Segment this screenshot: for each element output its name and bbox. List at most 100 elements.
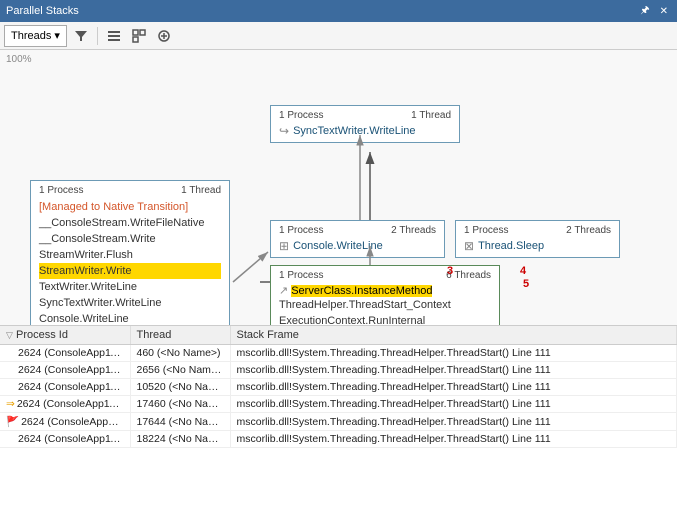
- box4-icon: ↪: [279, 124, 289, 138]
- box4-method: SyncTextWriter.WriteLine: [293, 125, 415, 137]
- method-item: Console.WriteLine: [39, 311, 221, 325]
- box2-thread: 2 Threads: [391, 225, 436, 236]
- list-icon: [107, 29, 121, 43]
- method-item: SyncTextWriter.WriteLine: [39, 295, 221, 311]
- expand-icon: [157, 29, 171, 43]
- table-row[interactable]: 2624 (ConsoleApp11.exe)10520 (<No Name>)…: [0, 379, 677, 396]
- box3-icon: ⊠: [464, 239, 474, 253]
- method-item: [Managed to Native Transition]: [39, 199, 221, 215]
- box2-header: 1 Process 2 Threads: [279, 225, 436, 236]
- pid-value: 2624 (ConsoleApp11.exe): [17, 398, 130, 410]
- filter-icon-pid: ▽: [6, 330, 13, 340]
- cell-pid: 🚩2624 (ConsoleApp11.exe): [0, 413, 130, 431]
- box1-process: 1 Process: [39, 185, 83, 196]
- label-5: 5: [523, 278, 529, 290]
- box5-methods: ↗ ServerClass.InstanceMethod ThreadHelpe…: [279, 284, 491, 325]
- method-item: __ConsoleStream.Write: [39, 231, 221, 247]
- cell-frame: mscorlib.dll!System.Threading.ThreadHelp…: [230, 431, 677, 448]
- method-item: TextWriter.WriteLine: [39, 279, 221, 295]
- box5-icon: ↗: [279, 284, 288, 297]
- pid-value: 2624 (ConsoleApp11.exe): [18, 347, 130, 359]
- cell-thread: 10520 (<No Name>): [130, 379, 230, 396]
- view-dropdown[interactable]: Threads ▾: [4, 25, 67, 47]
- toolbar: Threads ▾: [0, 22, 677, 50]
- box3-method: Thread.Sleep: [478, 240, 544, 252]
- method-item: __ConsoleStream.WriteFileNative: [39, 215, 221, 231]
- bottom-table[interactable]: ▽ Process Id Thread Stack Frame 2624 (Co…: [0, 325, 677, 510]
- box2-method: Console.WriteLine: [293, 240, 383, 252]
- method-item: ExecutionContext.RunInternal: [279, 313, 491, 325]
- box5-header: 1 Process 6 Threads: [279, 270, 491, 281]
- stack-box-5: 1 Process 6 Threads ↗ ServerClass.Instan…: [270, 265, 500, 325]
- header-process-id: ▽ Process Id: [0, 326, 130, 345]
- table-row[interactable]: 2624 (ConsoleApp11.exe)2656 (<No Name>)m…: [0, 362, 677, 379]
- box4-method-row: ↪ SyncTextWriter.WriteLine: [279, 124, 451, 138]
- icon-btn-3[interactable]: [153, 25, 175, 47]
- pid-value: 2624 (ConsoleApp11.exe): [18, 433, 130, 445]
- method-item: ThreadHelper.ThreadStart_Context: [279, 297, 491, 313]
- table-row[interactable]: 2624 (ConsoleApp11.exe)460 (<No Name>)ms…: [0, 345, 677, 362]
- box2-method-row: ⊞ Console.WriteLine: [279, 239, 436, 253]
- pin-button[interactable]: 🖈: [637, 2, 652, 21]
- table-body: 2624 (ConsoleApp11.exe)460 (<No Name>)ms…: [0, 345, 677, 448]
- stack-box-3: 1 Process 2 Threads ⊠ Thread.Sleep: [455, 220, 620, 258]
- window-title: Parallel Stacks: [6, 5, 79, 17]
- title-bar-controls: 🖈 ✕: [637, 2, 671, 21]
- cell-frame: mscorlib.dll!System.Threading.ThreadHelp…: [230, 379, 677, 396]
- box5-process: 1 Process: [279, 270, 323, 281]
- separator-1: [97, 27, 98, 45]
- cell-thread: 460 (<No Name>): [130, 345, 230, 362]
- cell-frame: mscorlib.dll!System.Threading.ThreadHelp…: [230, 345, 677, 362]
- cell-pid: 2624 (ConsoleApp11.exe): [0, 362, 130, 379]
- canvas-area[interactable]: 100% 1 Process 1 Thread [Managed to: [0, 50, 677, 325]
- dropdown-arrow: ▾: [54, 29, 60, 42]
- header-row: ▽ Process Id Thread Stack Frame: [0, 326, 677, 345]
- cell-frame: mscorlib.dll!System.Threading.ThreadHelp…: [230, 413, 677, 431]
- box4-header: 1 Process 1 Thread: [279, 110, 451, 121]
- threads-table: ▽ Process Id Thread Stack Frame 2624 (Co…: [0, 326, 677, 448]
- pid-value: 2624 (ConsoleApp11.exe): [18, 381, 130, 393]
- cell-thread: 17460 (<No Name>): [130, 396, 230, 413]
- arrow-indicator: ⇒: [6, 398, 15, 410]
- title-bar: Parallel Stacks 🖈 ✕: [0, 0, 677, 22]
- box3-method-row: ⊠ Thread.Sleep: [464, 239, 611, 253]
- stack-box-2: 1 Process 2 Threads ⊞ Console.WriteLine: [270, 220, 445, 258]
- box3-header: 1 Process 2 Threads: [464, 225, 611, 236]
- cell-thread: 18224 (<No Name>): [130, 431, 230, 448]
- box1-header: 1 Process 1 Thread: [39, 185, 221, 196]
- filter-button[interactable]: [70, 25, 92, 47]
- table-row[interactable]: 2624 (ConsoleApp11.exe)18224 (<No Name>)…: [0, 431, 677, 448]
- header-stack-frame: Stack Frame: [230, 326, 677, 345]
- box5-method-current: ↗ ServerClass.InstanceMethod: [279, 284, 491, 297]
- cell-pid: 2624 (ConsoleApp11.exe): [0, 431, 130, 448]
- box3-process: 1 Process: [464, 225, 508, 236]
- cell-pid: 2624 (ConsoleApp11.exe): [0, 345, 130, 362]
- cell-frame: mscorlib.dll!System.Threading.ThreadHelp…: [230, 362, 677, 379]
- zoom-label: 100%: [6, 54, 32, 65]
- cell-thread: 17644 (<No Name>): [130, 413, 230, 431]
- label-3: 3: [447, 265, 453, 277]
- cell-frame: mscorlib.dll!System.Threading.ThreadHelp…: [230, 396, 677, 413]
- box4-thread: 1 Thread: [411, 110, 451, 121]
- cell-thread: 2656 (<No Name>): [130, 362, 230, 379]
- method-item: StreamWriter.Flush: [39, 247, 221, 263]
- close-button[interactable]: ✕: [657, 2, 671, 21]
- pid-value: 2624 (ConsoleApp11.exe): [21, 416, 130, 428]
- icon-btn-2[interactable]: [128, 25, 150, 47]
- label-4: 4: [520, 265, 526, 277]
- cell-pid: ⇒2624 (ConsoleApp11.exe): [0, 396, 130, 413]
- dropdown-label: Threads: [11, 30, 51, 42]
- table-row[interactable]: 🚩2624 (ConsoleApp11.exe)17644 (<No Name>…: [0, 413, 677, 431]
- table-header: ▽ Process Id Thread Stack Frame: [0, 326, 677, 345]
- table-row[interactable]: ⇒2624 (ConsoleApp11.exe)17460 (<No Name>…: [0, 396, 677, 413]
- stack-box-4: 1 Process 1 Thread ↪ SyncTextWriter.Writ…: [270, 105, 460, 143]
- flag-icon: 🚩: [6, 416, 19, 428]
- box2-icon: ⊞: [279, 239, 289, 253]
- main-area: 100% 1 Process 1 Thread [Managed to: [0, 50, 677, 510]
- box2-process: 1 Process: [279, 225, 323, 236]
- method-item-highlighted: StreamWriter.Write: [39, 263, 221, 279]
- icon-btn-1[interactable]: [103, 25, 125, 47]
- filter-icon: [74, 29, 88, 43]
- header-thread: Thread: [130, 326, 230, 345]
- stack-box-1: 1 Process 1 Thread [Managed to Native Tr…: [30, 180, 230, 325]
